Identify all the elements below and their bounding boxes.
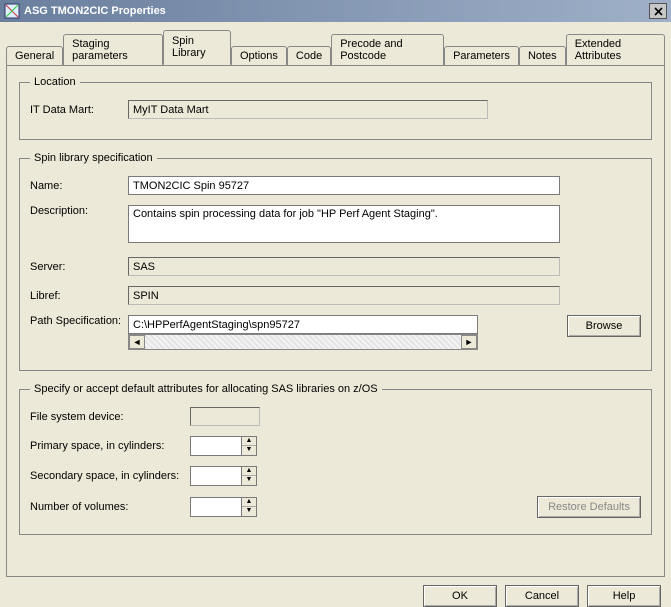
path-spec-scrollbar[interactable]: ◄ ► — [128, 334, 478, 350]
secondary-space-stepper[interactable]: ▲▼ — [190, 466, 257, 486]
spin-library-spec-group: Spin library specification Name: Descrip… — [19, 152, 652, 371]
tab-spin-library[interactable]: Spin Library — [163, 30, 231, 65]
chevron-down-icon[interactable]: ▼ — [242, 476, 256, 485]
it-data-mart-field — [128, 100, 488, 119]
description-field[interactable]: Contains spin processing data for job "H… — [128, 205, 560, 243]
file-system-device-label: File system device: — [30, 411, 190, 423]
chevron-up-icon[interactable]: ▲ — [242, 437, 256, 446]
restore-defaults-button: Restore Defaults — [537, 496, 641, 518]
path-spec-label: Path Specification: — [30, 315, 128, 327]
server-field — [128, 257, 560, 276]
tab-precode-postcode[interactable]: Precode and Postcode — [331, 34, 444, 66]
chevron-down-icon[interactable]: ▼ — [242, 446, 256, 455]
libref-field — [128, 286, 560, 305]
number-volumes-field[interactable] — [190, 497, 242, 517]
it-data-mart-label: IT Data Mart: — [30, 104, 128, 116]
window-title: ASG TMON2CIC Properties — [24, 5, 649, 17]
libref-label: Libref: — [30, 290, 128, 302]
tab-extended-attributes[interactable]: Extended Attributes — [566, 34, 665, 66]
number-volumes-label: Number of volumes: — [30, 501, 190, 513]
tab-parameters[interactable]: Parameters — [444, 46, 519, 66]
location-group: Location IT Data Mart: — [19, 76, 652, 140]
zos-legend: Specify or accept default attributes for… — [30, 383, 382, 395]
primary-space-label: Primary space, in cylinders: — [30, 440, 190, 452]
tab-options[interactable]: Options — [231, 46, 287, 66]
path-spec-field[interactable] — [128, 315, 478, 334]
description-label: Description: — [30, 205, 128, 217]
name-label: Name: — [30, 180, 128, 192]
chevron-up-icon[interactable]: ▲ — [242, 498, 256, 507]
primary-space-field[interactable] — [190, 436, 242, 456]
zos-attributes-group: Specify or accept default attributes for… — [19, 383, 652, 535]
chevron-up-icon[interactable]: ▲ — [242, 467, 256, 476]
scroll-right-icon[interactable]: ► — [461, 335, 477, 349]
name-field[interactable] — [128, 176, 560, 195]
dialog-button-bar: OK Cancel Help — [0, 577, 671, 607]
scroll-left-icon[interactable]: ◄ — [129, 335, 145, 349]
help-button[interactable]: Help — [587, 585, 661, 607]
close-button[interactable] — [649, 3, 667, 19]
spin-spec-legend: Spin library specification — [30, 152, 157, 164]
close-icon — [654, 7, 663, 16]
location-legend: Location — [30, 76, 80, 88]
secondary-space-label: Secondary space, in cylinders: — [30, 470, 190, 482]
secondary-space-field[interactable] — [190, 466, 242, 486]
tab-code[interactable]: Code — [287, 46, 331, 66]
chevron-down-icon[interactable]: ▼ — [242, 507, 256, 516]
app-icon — [4, 3, 20, 19]
cancel-button[interactable]: Cancel — [505, 585, 579, 607]
tab-general[interactable]: General — [6, 46, 63, 66]
tab-staging-parameters[interactable]: Staging parameters — [63, 34, 163, 66]
tab-panel-spin-library: Location IT Data Mart: Spin library spec… — [6, 65, 665, 577]
browse-button[interactable]: Browse — [567, 315, 641, 337]
file-system-device-field[interactable] — [190, 407, 260, 426]
tab-strip: General Staging parameters Spin Library … — [6, 30, 665, 65]
primary-space-stepper[interactable]: ▲▼ — [190, 436, 257, 456]
ok-button[interactable]: OK — [423, 585, 497, 607]
titlebar: ASG TMON2CIC Properties — [0, 0, 671, 22]
server-label: Server: — [30, 261, 128, 273]
tab-notes[interactable]: Notes — [519, 46, 566, 66]
number-volumes-stepper[interactable]: ▲▼ — [190, 497, 257, 517]
